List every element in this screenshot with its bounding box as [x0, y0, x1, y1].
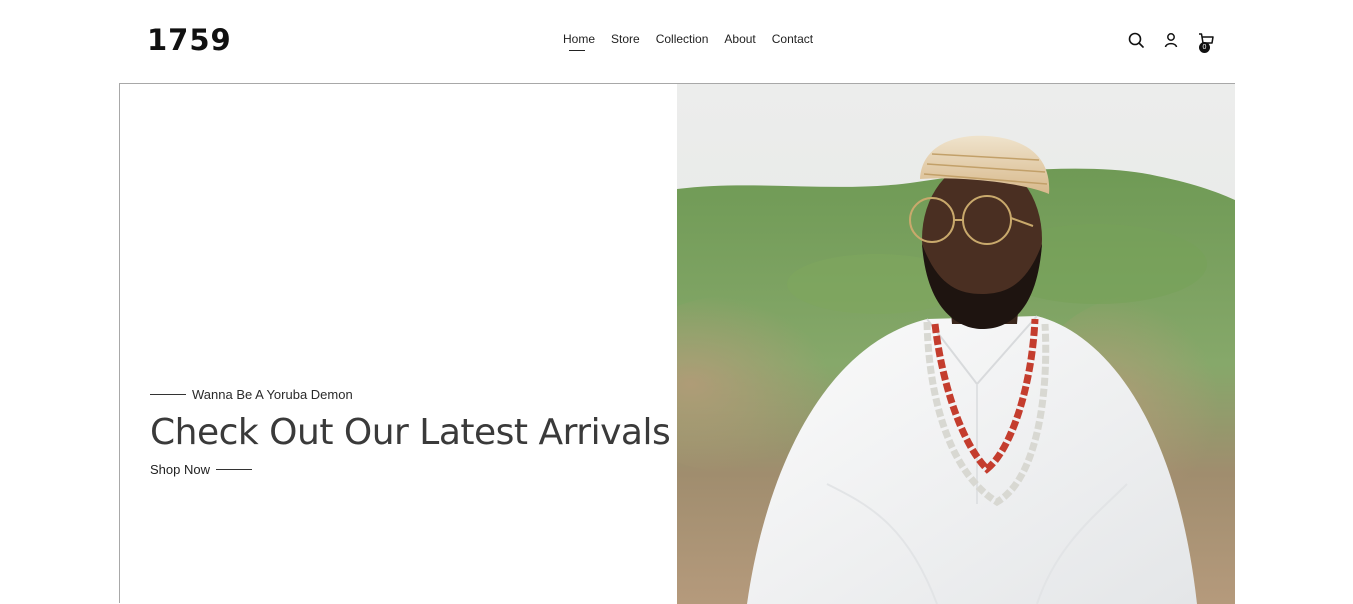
nav-collection[interactable]: Collection	[656, 32, 709, 46]
header-actions: 0	[1127, 31, 1215, 53]
search-icon[interactable]	[1127, 31, 1145, 49]
nav-about[interactable]: About	[724, 32, 755, 46]
eyebrow-text: Wanna Be A Yoruba Demon	[192, 386, 353, 402]
site-header: 1759 Home Store Collection About Contact…	[0, 0, 1353, 83]
hero-headline: Check Out Our Latest Arrivals	[150, 412, 671, 453]
cart-icon[interactable]: 0	[1197, 31, 1215, 53]
nav-contact[interactable]: Contact	[772, 32, 813, 46]
shop-now-link[interactable]: Shop Now	[150, 460, 670, 478]
user-icon[interactable]	[1162, 31, 1180, 49]
hero-photo	[677, 84, 1235, 604]
main-nav: Home Store Collection About Contact	[563, 32, 813, 51]
shop-now-label: Shop Now	[150, 461, 210, 477]
nav-store[interactable]: Store	[611, 32, 640, 46]
shop-now-line	[215, 468, 252, 470]
eyebrow-line	[150, 393, 186, 395]
hero-banner: Wanna Be A Yoruba Demon Check Out Our La…	[119, 83, 1235, 604]
hero-eyebrow: Wanna Be A Yoruba Demon	[150, 384, 670, 404]
hero-image	[677, 84, 1235, 604]
logo[interactable]: 1759	[147, 22, 232, 58]
nav-home[interactable]: Home	[563, 32, 595, 51]
cart-count-badge: 0	[1199, 42, 1210, 53]
hero-text: Wanna Be A Yoruba Demon Check Out Our La…	[150, 384, 671, 478]
